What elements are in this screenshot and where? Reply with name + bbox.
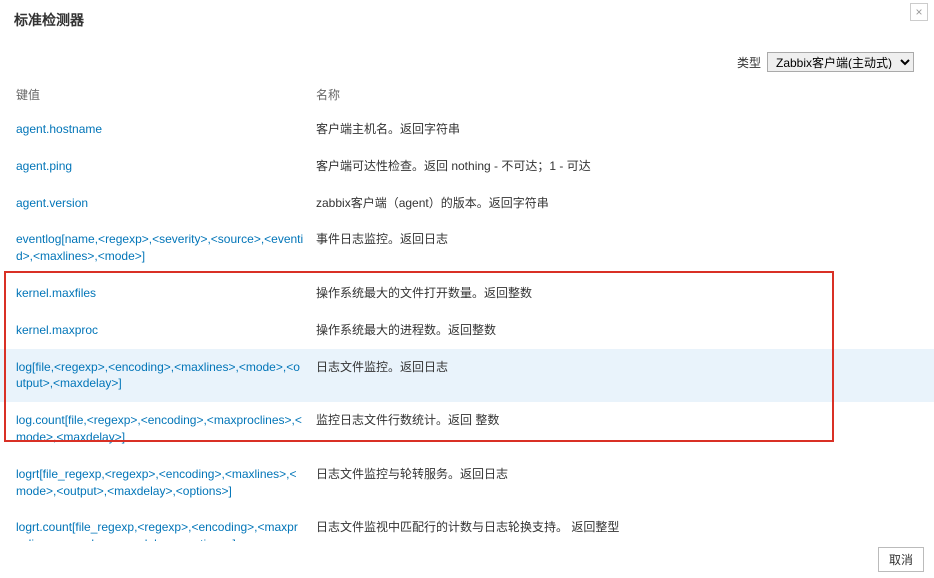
row-key[interactable]: agent.ping [16, 158, 316, 175]
row-key[interactable]: log.count[file,<regexp>,<encoding>,<maxp… [16, 412, 316, 446]
row-desc: 操作系统最大的文件打开数量。返回整数 [316, 285, 920, 302]
dialog-footer: 取消 [0, 541, 934, 578]
table-row: agent.ping客户端可达性检查。返回 nothing - 不可达；1 - … [0, 148, 934, 185]
column-desc-header: 名称 [316, 86, 920, 103]
table-row: log[file,<regexp>,<encoding>,<maxlines>,… [0, 349, 934, 403]
table-row: agent.versionzabbix客户端（agent）的版本。返回字符串 [0, 185, 934, 222]
dialog-header: 标准检测器 [0, 0, 934, 44]
table-row: eventlog[name,<regexp>,<severity>,<sourc… [0, 221, 934, 275]
table: 键值 名称 agent.hostname客户端主机名。返回字符串agent.pi… [0, 78, 934, 548]
row-key[interactable]: eventlog[name,<regexp>,<severity>,<sourc… [16, 231, 316, 265]
row-key[interactable]: agent.version [16, 195, 316, 212]
table-row: logrt[file_regexp,<regexp>,<encoding>,<m… [0, 456, 934, 510]
type-select[interactable]: Zabbix客户端(主动式) [767, 52, 914, 72]
row-desc: 日志文件监控。返回日志 [316, 359, 920, 376]
table-row: log.count[file,<regexp>,<encoding>,<maxp… [0, 402, 934, 456]
row-desc: 监控日志文件行数统计。返回 整数 [316, 412, 920, 429]
row-key[interactable]: log[file,<regexp>,<encoding>,<maxlines>,… [16, 359, 316, 393]
type-label: 类型 [737, 54, 761, 71]
row-desc: 日志文件监控与轮转服务。返回日志 [316, 466, 920, 483]
table-header: 键值 名称 [0, 78, 934, 111]
close-icon[interactable]: × [910, 3, 928, 21]
row-key[interactable]: kernel.maxproc [16, 322, 316, 339]
cancel-button[interactable]: 取消 [878, 547, 924, 572]
row-key[interactable]: logrt[file_regexp,<regexp>,<encoding>,<m… [16, 466, 316, 500]
row-desc: 操作系统最大的进程数。返回整数 [316, 322, 920, 339]
row-key[interactable]: kernel.maxfiles [16, 285, 316, 302]
row-desc: 事件日志监控。返回日志 [316, 231, 920, 248]
table-row: kernel.maxproc操作系统最大的进程数。返回整数 [0, 312, 934, 349]
row-desc: 日志文件监视中匹配行的计数与日志轮换支持。 返回整型 [316, 519, 920, 536]
row-key[interactable]: agent.hostname [16, 121, 316, 138]
row-desc: zabbix客户端（agent）的版本。返回字符串 [316, 195, 920, 212]
table-row: agent.hostname客户端主机名。返回字符串 [0, 111, 934, 148]
column-key-header: 键值 [16, 86, 316, 103]
table-content[interactable]: 键值 名称 agent.hostname客户端主机名。返回字符串agent.pi… [0, 78, 934, 548]
dialog-title: 标准检测器 [14, 10, 920, 30]
type-row: 类型 Zabbix客户端(主动式) [0, 44, 934, 78]
dialog: × 标准检测器 类型 Zabbix客户端(主动式) 键值 名称 agent.ho… [0, 0, 934, 578]
row-desc: 客户端可达性检查。返回 nothing - 不可达；1 - 可达 [316, 158, 920, 175]
row-desc: 客户端主机名。返回字符串 [316, 121, 920, 138]
table-row: kernel.maxfiles操作系统最大的文件打开数量。返回整数 [0, 275, 934, 312]
